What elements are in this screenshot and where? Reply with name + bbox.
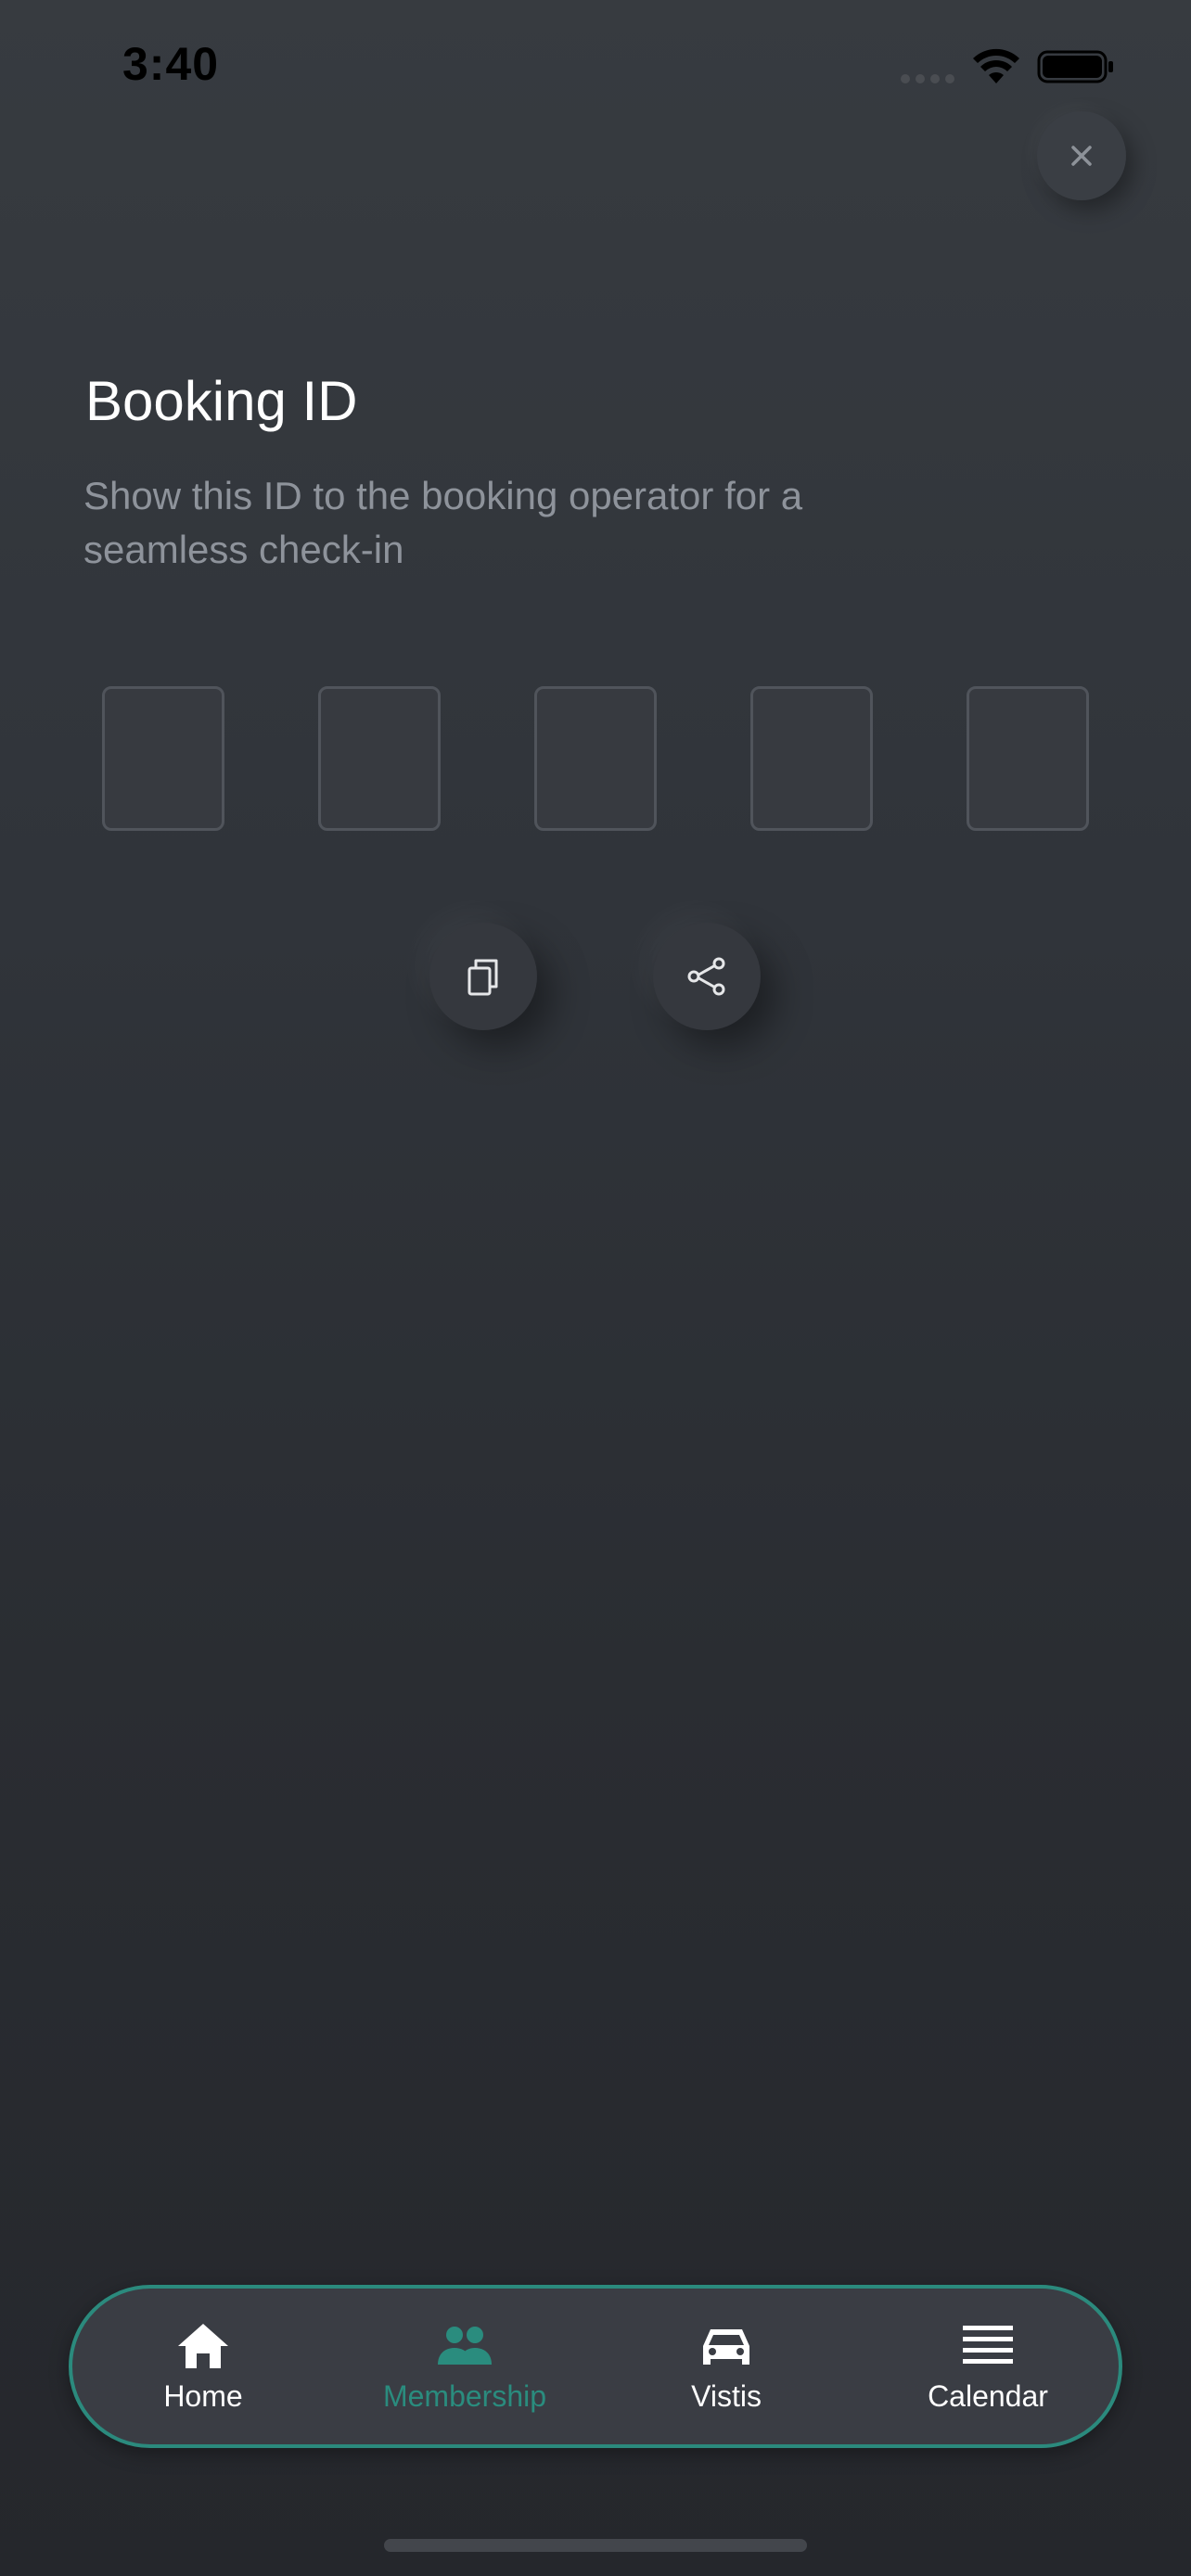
nav-label-membership: Membership bbox=[382, 2378, 547, 2413]
status-time: 3:40 bbox=[122, 38, 220, 90]
nav-label-home: Home bbox=[163, 2378, 243, 2413]
booking-id-digit-box bbox=[534, 686, 657, 831]
nav-item-home[interactable]: Home bbox=[72, 2289, 334, 2444]
nav-item-calendar[interactable]: Calendar bbox=[857, 2289, 1119, 2444]
people-icon bbox=[438, 2326, 492, 2365]
close-button[interactable] bbox=[1037, 111, 1126, 200]
nav-item-vistis[interactable]: Vistis bbox=[596, 2289, 857, 2444]
page-subtitle: Show this ID to the booking operator for… bbox=[83, 474, 803, 571]
nav-label-vistis: Vistis bbox=[691, 2378, 762, 2413]
share-button[interactable] bbox=[653, 923, 761, 1030]
page-title: Booking ID bbox=[85, 370, 358, 432]
booking-id-digit-box bbox=[318, 686, 441, 831]
nav-label-calendar: Calendar bbox=[928, 2378, 1048, 2413]
booking-id-digit-box bbox=[102, 686, 224, 831]
booking-id-boxes bbox=[102, 686, 1089, 831]
home-indicator[interactable] bbox=[384, 2539, 807, 2552]
menu-lines-icon bbox=[963, 2325, 1013, 2364]
share-icon bbox=[687, 957, 725, 996]
close-icon bbox=[1071, 146, 1092, 166]
cellular-signal-icon bbox=[901, 74, 954, 83]
car-icon bbox=[703, 2328, 749, 2365]
nav-item-membership[interactable]: Membership bbox=[334, 2289, 596, 2444]
copy-icon bbox=[467, 959, 498, 996]
copy-button[interactable] bbox=[429, 923, 537, 1030]
home-icon bbox=[178, 2323, 228, 2368]
battery-icon bbox=[1037, 50, 1113, 83]
bottom-navigation: Home Membership Vistis Calendar bbox=[69, 2285, 1122, 2448]
booking-id-digit-box bbox=[967, 686, 1089, 831]
booking-id-digit-box bbox=[750, 686, 873, 831]
wifi-icon bbox=[973, 48, 1019, 83]
